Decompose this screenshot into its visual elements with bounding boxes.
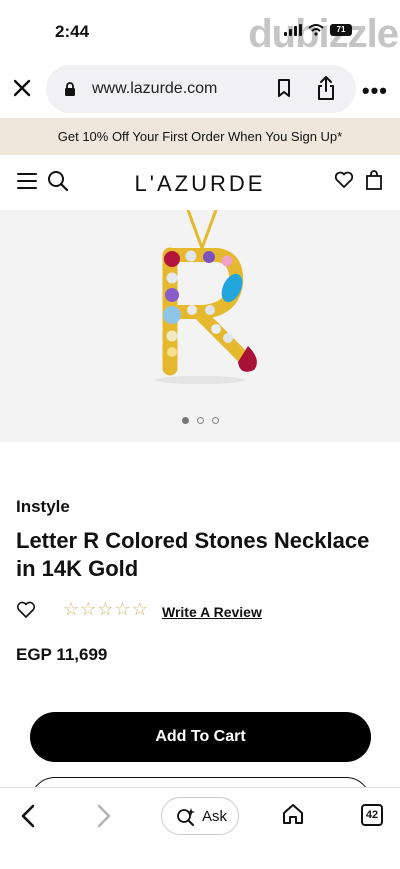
star-icon: ☆ <box>114 599 131 619</box>
write-review-link[interactable]: Write A Review <box>162 604 262 620</box>
back-arrow-icon[interactable] <box>20 803 36 829</box>
wishlist-icon[interactable] <box>334 171 354 189</box>
star-icon: ☆ <box>131 599 148 619</box>
shopping-bag-icon[interactable] <box>365 170 383 190</box>
star-icon: ☆ <box>97 599 114 619</box>
site-header: L'AZURDE <box>0 155 400 210</box>
heart-icon[interactable] <box>16 601 36 619</box>
forward-arrow-icon[interactable] <box>96 803 112 829</box>
home-icon[interactable] <box>281 803 305 825</box>
sparkle-search-icon <box>177 808 195 826</box>
product-price: EGP 11,699 <box>16 645 108 664</box>
browser-toolbar: www.lazurde.com ••• <box>0 56 400 118</box>
more-options-icon[interactable]: ••• <box>362 78 388 104</box>
ask-button[interactable]: Ask <box>161 797 239 835</box>
product-image-gallery[interactable] <box>0 210 400 442</box>
lock-icon <box>65 82 75 96</box>
gallery-dot-2[interactable] <box>196 417 204 424</box>
product-image[interactable] <box>130 210 280 390</box>
bookmark-icon[interactable] <box>276 78 292 98</box>
tabs-count-button[interactable]: 42 <box>361 804 383 826</box>
product-brand[interactable]: Instyle <box>16 497 70 517</box>
gallery-dot-3[interactable] <box>211 417 219 424</box>
url-text[interactable]: www.lazurde.com <box>92 80 217 98</box>
promo-banner[interactable]: Get 10% Off Your First Order When You Si… <box>0 118 400 155</box>
ask-label: Ask <box>202 808 228 825</box>
signal-icon <box>284 24 302 36</box>
close-icon[interactable] <box>10 76 34 100</box>
status-icons: 71 <box>284 24 352 36</box>
wifi-icon <box>308 24 324 36</box>
battery-icon: 71 <box>330 24 352 36</box>
browser-bottom-bar: Ask 42 <box>0 787 400 869</box>
share-icon[interactable] <box>316 75 336 101</box>
star-icon: ☆ <box>80 599 97 619</box>
gallery-pagination <box>0 417 400 424</box>
address-bar[interactable]: www.lazurde.com <box>46 65 356 113</box>
gallery-dot-1[interactable] <box>181 417 189 424</box>
add-to-cart-button[interactable]: Add To Cart <box>30 712 371 762</box>
status-bar: 2:44 dubizzle 71 <box>0 0 400 56</box>
status-time: 2:44 <box>55 22 90 41</box>
star-rating: ☆ ☆ ☆ ☆ ☆ <box>63 600 148 618</box>
product-title: Letter R Colored Stones Necklace in 14K … <box>16 528 370 581</box>
star-icon: ☆ <box>63 599 80 619</box>
